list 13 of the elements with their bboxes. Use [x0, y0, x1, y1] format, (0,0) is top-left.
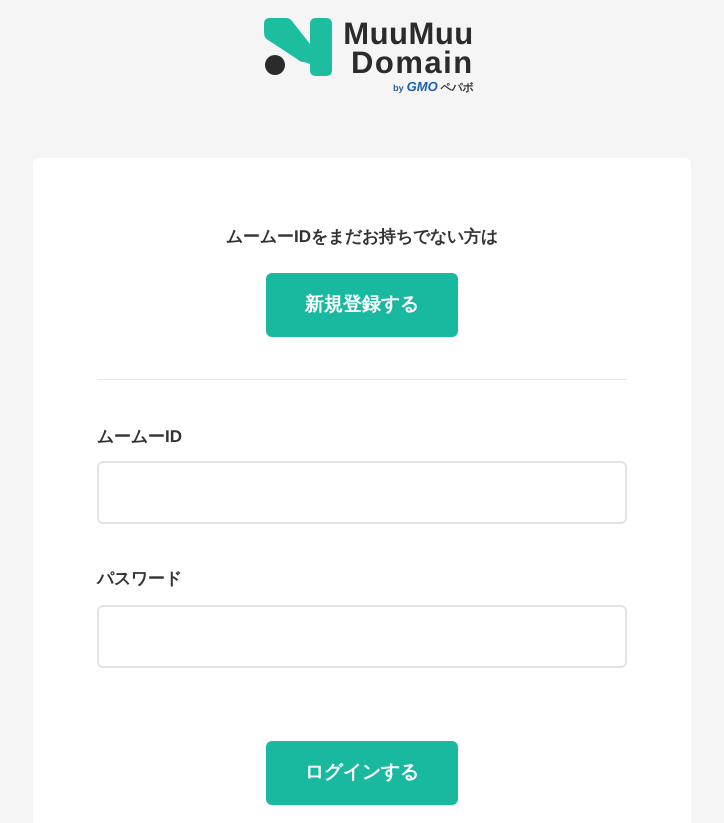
- signup-prompt: ムームーIDをまだお持ちでない方は: [225, 226, 499, 248]
- logo-company: ペパボ: [440, 82, 474, 94]
- login-button[interactable]: ログインする: [266, 741, 458, 805]
- logo-mark-icon: [264, 18, 332, 76]
- logo-text: Domain: [351, 48, 474, 77]
- field-label: パスワード: [97, 568, 183, 590]
- signup-button[interactable]: 新規登録する: [266, 273, 458, 337]
- input-field[interactable]: [97, 461, 627, 524]
- input-field[interactable]: [97, 605, 627, 668]
- logo-byline: by: [393, 82, 404, 94]
- field-label: ムームーID: [97, 426, 183, 448]
- logo-company: GMO: [406, 81, 438, 93]
- logo-text: MuuMuu: [343, 19, 474, 48]
